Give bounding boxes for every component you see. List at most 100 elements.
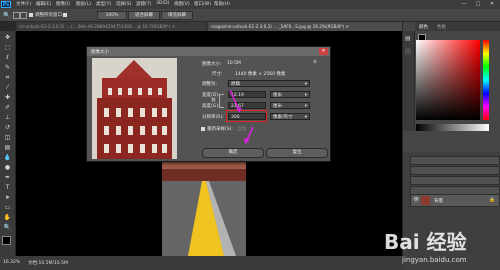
zoom-level[interactable]: 16.32%	[3, 260, 20, 265]
dialog-close-icon[interactable]: ✕	[319, 48, 328, 55]
baidu-jingyan-watermark: Bai 经验 jingyan.baidu.com	[380, 226, 500, 270]
stamp-tool-icon[interactable]: ⊥	[2, 113, 13, 122]
settings-gear-icon[interactable]: ⚙	[313, 60, 317, 65]
resize-windows-checkbox[interactable]	[29, 12, 33, 17]
status-bar: 16.32% 文档:10.5M/10.5M	[0, 256, 403, 270]
foreground-color-swatch[interactable]	[2, 236, 11, 245]
chevron-down-icon: ▾	[304, 93, 307, 98]
menu-layer[interactable]: 图层(L)	[76, 1, 91, 7]
collapsed-panels-strip: ▤ ⓘ	[403, 31, 415, 131]
close-button[interactable]: ✕	[486, 1, 498, 7]
type-tool-icon[interactable]: T	[2, 183, 13, 192]
hand-tool-icon[interactable]: ✋	[2, 213, 13, 222]
tab-swatches[interactable]: 色板	[437, 24, 446, 30]
resize-windows-label: 调整所有窗口	[35, 13, 62, 18]
eyedropper-tool-icon[interactable]: ⁄	[2, 83, 13, 92]
document-image	[162, 155, 246, 256]
image-size-value: 10.5M	[227, 61, 241, 66]
marquee-tool-icon[interactable]: ⬚	[2, 43, 13, 52]
color-picker-field[interactable]	[416, 40, 480, 120]
dimensions-label: 尺寸:	[212, 72, 223, 77]
zoom-tool-sidebar-icon[interactable]: 🔍	[2, 223, 13, 232]
color-panel-tabs: 颜色 色板	[415, 22, 500, 31]
path-select-tool-icon[interactable]: ➤	[2, 193, 13, 202]
document-size: 文档:10.5M/10.5M	[28, 261, 68, 266]
gradient-tool-icon[interactable]: ▤	[2, 143, 13, 152]
resample-checkbox[interactable]	[201, 127, 205, 131]
zoom-all-checkbox[interactable]	[63, 12, 67, 17]
fit-screen-button[interactable]: 适合屏幕	[128, 11, 160, 20]
height-unit-dropdown[interactable]: 厘米 ▾	[270, 102, 310, 109]
resolution-unit-dropdown[interactable]: 像素/英寸 ▾	[270, 113, 310, 120]
menu-image[interactable]: 图像(I)	[56, 1, 70, 7]
menu-select[interactable]: 选择(S)	[116, 1, 131, 7]
layer-name: 背景	[434, 199, 443, 204]
dimensions-value: 1440 像素 × 2560 像素	[235, 72, 286, 77]
history-brush-tool-icon[interactable]: ↺	[2, 123, 13, 132]
resolution-label: 分辨率(R):	[202, 115, 224, 120]
menu-help[interactable]: 帮助(H)	[214, 1, 230, 7]
annotation-arrows	[229, 89, 254, 144]
options-bar: 🔍 调整所有窗口 100% 适合屏幕 填充屏幕	[0, 9, 500, 22]
tools-panel: ✥ ⬚ ℓ ✎ ⌗ ⁄ ✚ ✐ ⊥ ↺ ◫ ▤ 💧 ● ✒ T ➤ ▭ ✋ 🔍	[0, 31, 16, 256]
menu-type[interactable]: 类型(Y)	[96, 1, 111, 7]
blend-mode-row[interactable]	[410, 176, 500, 185]
layers-tabs-row	[410, 156, 500, 165]
link-chain-icon[interactable]: ⛓	[211, 97, 216, 102]
tab-document-1[interactable]: ce-untuck-E1-2.3.0.3) ... (... 6Hz-49-28…	[16, 22, 206, 31]
reset-button[interactable]: 复位	[266, 148, 328, 158]
photoshop-logo: Ps	[1, 1, 11, 8]
hue-slider[interactable]	[483, 40, 489, 120]
menu-filter[interactable]: 滤镜(T)	[136, 1, 151, 7]
chevron-down-icon: ▾	[304, 115, 307, 120]
chevron-down-icon: ▾	[304, 104, 307, 109]
menu-edit[interactable]: 编辑(E)	[36, 1, 51, 7]
visibility-eye-icon[interactable]: 👁	[413, 197, 419, 203]
fit-to-dropdown[interactable]: 原稿 ▾	[228, 80, 310, 87]
lock-icon: 🔒	[489, 197, 496, 203]
pen-tool-icon[interactable]: ✒	[2, 173, 13, 182]
color-ramp[interactable]	[416, 124, 489, 131]
fit-to-label: 调整为:	[202, 82, 218, 87]
quick-select-tool-icon[interactable]: ✎	[2, 63, 13, 72]
maximize-button[interactable]: □	[472, 1, 484, 7]
layer-filter-row[interactable]	[410, 166, 500, 175]
dodge-tool-icon[interactable]: ●	[2, 163, 13, 172]
resolution-unit-value: 像素/英寸	[273, 115, 293, 120]
watermark-url: jingyan.baidu.com	[402, 256, 467, 264]
healing-tool-icon[interactable]: ✚	[2, 93, 13, 102]
layer-row-background[interactable]: 👁 背景 🔒	[410, 194, 500, 207]
minimize-button[interactable]: —	[458, 1, 470, 7]
menu-3d[interactable]: 3D(D)	[156, 1, 169, 6]
image-size-dialog: 图像大小 ✕ 图像大小: 10.5M ⚙ 尺寸: 1440 像素 × 2560 …	[86, 46, 331, 162]
chevron-down-icon: ▾	[304, 82, 307, 87]
move-tool-icon[interactable]: ✥	[2, 33, 13, 42]
zoom-out-icon[interactable]	[20, 12, 27, 19]
crop-tool-icon[interactable]: ⌗	[2, 73, 13, 82]
history-panel-icon[interactable]: ▤	[405, 35, 411, 42]
fill-screen-button[interactable]: 填充屏幕	[161, 11, 193, 20]
brush-tool-icon[interactable]: ✐	[2, 103, 13, 112]
zoom-tool-icon: 🔍	[3, 12, 11, 19]
dialog-title: 图像大小	[91, 50, 109, 55]
lasso-tool-icon[interactable]: ℓ	[2, 53, 13, 62]
width-unit-dropdown[interactable]: 厘米 ▾	[270, 91, 310, 98]
zoom-in-icon[interactable]	[13, 12, 20, 19]
tab-document-2[interactable]: magazine-untuck-E1-2.3.0.3) ... _5AF0...…	[208, 22, 402, 31]
image-preview[interactable]	[92, 58, 177, 159]
height-unit-value: 厘米	[273, 104, 282, 109]
dialog-title-bar: 图像大小 ✕	[87, 47, 330, 56]
blur-tool-icon[interactable]: 💧	[2, 153, 13, 162]
layer-thumbnail	[421, 196, 430, 205]
image-size-label: 图像大小:	[202, 62, 222, 67]
eraser-tool-icon[interactable]: ◫	[2, 133, 13, 142]
tab-color[interactable]: 颜色	[419, 24, 428, 30]
ok-button[interactable]: 确定	[202, 148, 264, 158]
width-unit-value: 厘米	[273, 93, 282, 98]
menu-view[interactable]: 视图(V)	[174, 1, 190, 7]
properties-panel-icon[interactable]: ⓘ	[405, 47, 411, 56]
menu-window[interactable]: 窗口(W)	[194, 1, 211, 7]
zoom-100-button[interactable]: 100%	[97, 11, 127, 20]
shape-tool-icon[interactable]: ▭	[2, 203, 13, 212]
menu-file[interactable]: 文件(F)	[16, 1, 31, 7]
